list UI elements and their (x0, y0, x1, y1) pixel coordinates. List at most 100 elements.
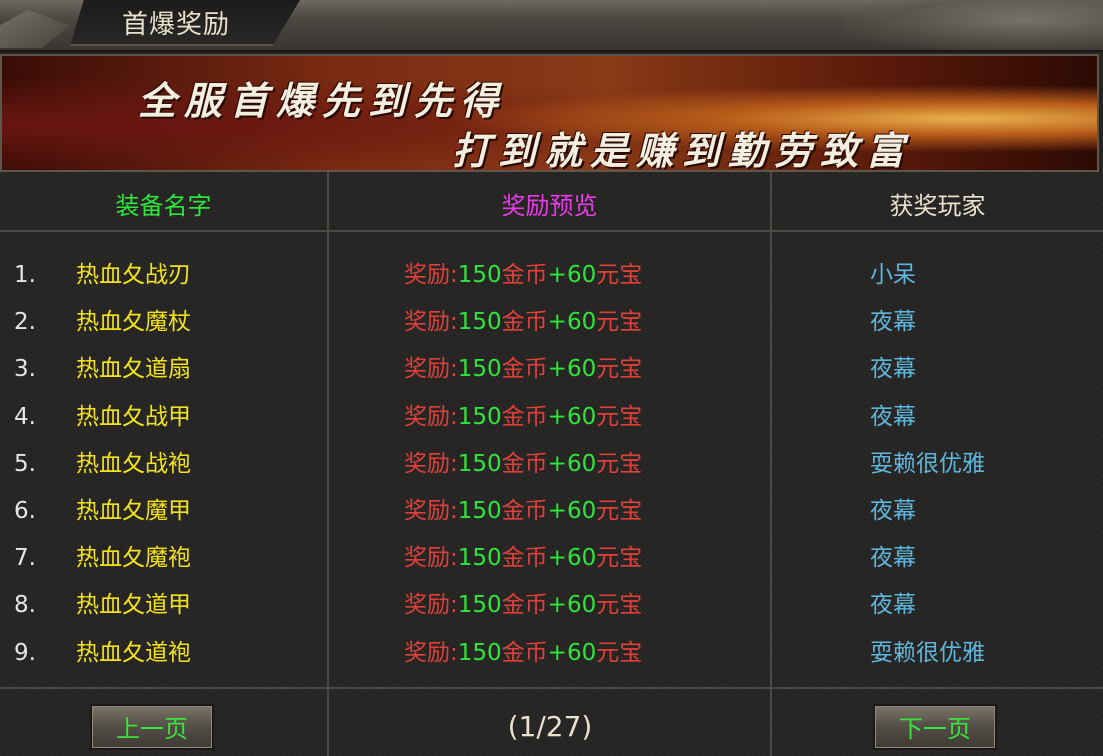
gold-amount: 150 (457, 592, 502, 619)
plus-sign: + (547, 498, 567, 524)
winner-name: 夜幕 (870, 545, 916, 572)
header-divider (0, 230, 1103, 232)
yuanbao-amount: 60 (566, 498, 597, 524)
yuanbao-amount: 60 (566, 592, 597, 619)
table-row: 9. 热血夂道袍 奖励:150金币+60元宝 耍赖很优雅 (0, 630, 1103, 676)
plus-sign: + (547, 309, 567, 336)
table-row: 8. 热血夂道甲 奖励:150金币+60元宝 夜幕 (0, 582, 1103, 628)
corner-ornament (0, 10, 70, 48)
yuanbao-amount: 60 (566, 403, 597, 430)
header-winner: 获奖玩家 (889, 192, 986, 220)
item-name: 热血夂道袍 (76, 639, 191, 666)
plus-sign: + (547, 592, 567, 619)
page-indicator: (1/27) (507, 710, 593, 743)
reward-prefix: 奖励: (404, 639, 458, 666)
yuanbao-unit: 元宝 (596, 498, 643, 524)
item-name: 热血夂魔甲 (76, 498, 191, 524)
gold-unit: 金币 (501, 403, 548, 430)
row-number: 3. (14, 356, 36, 383)
item-name: 热血夂魔杖 (76, 309, 191, 336)
item-name: 热血夂魔袍 (76, 545, 191, 572)
reward-prefix: 奖励: (404, 356, 458, 383)
header-reward-preview: 奖励预览 (501, 192, 598, 220)
winner-name: 夜幕 (870, 309, 916, 336)
gold-amount: 150 (457, 403, 502, 430)
reward-preview: 奖励:150金币+60元宝 (404, 346, 642, 392)
gold-unit: 金币 (501, 262, 548, 288)
window-title: 首爆奖励 (122, 10, 231, 40)
winner-name: 耍赖很优雅 (870, 450, 985, 477)
header-item-name: 装备名字 (115, 192, 212, 220)
reward-preview: 奖励:150金币+60元宝 (404, 535, 642, 581)
winner-name: 夜幕 (870, 403, 916, 430)
yuanbao-amount: 60 (566, 545, 597, 572)
gold-amount: 150 (457, 639, 502, 666)
gold-unit: 金币 (501, 356, 548, 383)
table-row: 1. 热血夂战刃 奖励:150金币+60元宝 小呆 (0, 252, 1103, 298)
reward-preview: 奖励:150金币+60元宝 (404, 488, 642, 534)
yuanbao-amount: 60 (566, 309, 597, 336)
item-name: 热血夂战甲 (76, 403, 191, 430)
reward-prefix: 奖励: (404, 309, 458, 336)
winner-name: 耍赖很优雅 (870, 639, 985, 666)
table-row: 5. 热血夂战袍 奖励:150金币+60元宝 耍赖很优雅 (0, 441, 1103, 487)
yuanbao-unit: 元宝 (596, 309, 643, 336)
gold-amount: 150 (457, 356, 502, 383)
gold-amount: 150 (457, 545, 502, 572)
plus-sign: + (547, 262, 567, 288)
row-number: 7. (14, 545, 36, 572)
item-name: 热血夂道甲 (76, 592, 191, 619)
table-row: 3. 热血夂道扇 奖励:150金币+60元宝 夜幕 (0, 346, 1103, 392)
row-number: 8. (14, 592, 36, 619)
window-title-bar: 首爆奖励 (0, 0, 1103, 52)
row-number: 2. (14, 309, 36, 336)
reward-preview: 奖励:150金币+60元宝 (404, 299, 642, 345)
row-number: 1. (14, 262, 36, 288)
winner-name: 夜幕 (870, 356, 916, 383)
plus-sign: + (547, 450, 567, 477)
row-number: 6. (14, 498, 36, 524)
table-row: 4. 热血夂战甲 奖励:150金币+60元宝 夜幕 (0, 394, 1103, 440)
promo-banner: 全服首爆先到先得 打到就是赚到勤劳致富 (0, 54, 1099, 172)
yuanbao-unit: 元宝 (596, 262, 643, 288)
reward-preview: 奖励:150金币+60元宝 (404, 394, 642, 440)
gold-amount: 150 (457, 262, 502, 288)
gold-unit: 金币 (501, 639, 548, 666)
gold-unit: 金币 (501, 498, 548, 524)
reward-preview: 奖励:150金币+60元宝 (404, 582, 642, 628)
reward-prefix: 奖励: (404, 262, 458, 288)
item-name: 热血夂战袍 (76, 450, 191, 477)
yuanbao-unit: 元宝 (596, 592, 643, 619)
banner-slogan-1: 全服首爆先到先得 (138, 78, 507, 123)
item-name: 热血夂战刃 (76, 262, 191, 288)
row-number: 9. (14, 639, 36, 666)
yuanbao-amount: 60 (566, 356, 597, 383)
plus-sign: + (547, 356, 567, 383)
yuanbao-amount: 60 (566, 450, 597, 477)
reward-prefix: 奖励: (404, 592, 458, 619)
winner-name: 夜幕 (870, 592, 916, 619)
banner-slogan-2: 打到就是赚到勤劳致富 (452, 128, 913, 172)
reward-prefix: 奖励: (404, 498, 458, 524)
reward-prefix: 奖励: (404, 450, 458, 477)
gold-unit: 金币 (501, 309, 548, 336)
reward-prefix: 奖励: (404, 545, 458, 572)
gold-amount: 150 (457, 309, 502, 336)
yuanbao-unit: 元宝 (596, 403, 643, 430)
gold-unit: 金币 (501, 450, 548, 477)
gold-amount: 150 (457, 450, 502, 477)
table-row: 7. 热血夂魔袍 奖励:150金币+60元宝 夜幕 (0, 535, 1103, 581)
item-name: 热血夂道扇 (76, 356, 191, 383)
next-page-button[interactable]: 下一页 (873, 704, 997, 750)
prev-page-button[interactable]: 上一页 (90, 704, 214, 750)
reward-preview: 奖励:150金币+60元宝 (404, 630, 642, 676)
footer-divider (0, 687, 1103, 689)
yuanbao-unit: 元宝 (596, 545, 643, 572)
table-row: 6. 热血夂魔甲 奖励:150金币+60元宝 夜幕 (0, 488, 1103, 534)
yuanbao-unit: 元宝 (596, 639, 643, 666)
plus-sign: + (547, 545, 567, 572)
gold-unit: 金币 (501, 592, 548, 619)
gold-unit: 金币 (501, 545, 548, 572)
yuanbao-amount: 60 (566, 262, 597, 288)
yuanbao-unit: 元宝 (596, 450, 643, 477)
